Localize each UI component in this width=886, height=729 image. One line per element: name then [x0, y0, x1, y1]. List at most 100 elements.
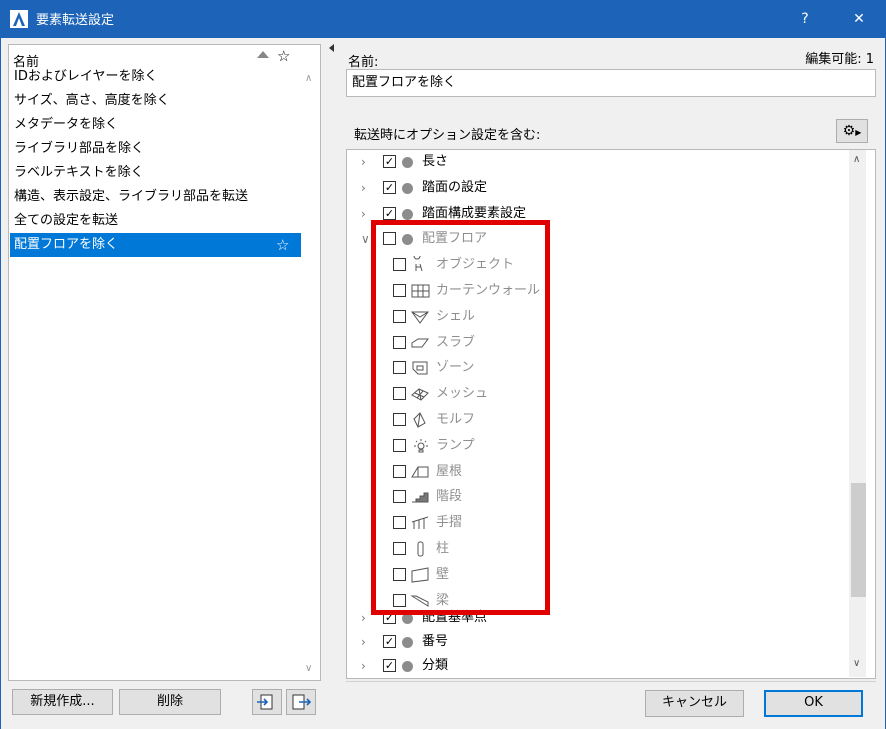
new-button[interactable]: 新規作成...	[12, 689, 113, 715]
list-item[interactable]: 配置フロアを除く ☆	[10, 233, 301, 257]
close-button[interactable]: ✕	[836, 0, 882, 38]
options-tree[interactable]: › ✓ 長さ › ✓ 踏面の設定 › ✓ 踏面構成要素設定 ∨ 配置フロア オブジェクト カーテンウォー…	[346, 149, 876, 679]
status-dot-icon	[402, 661, 413, 673]
tree-row-label: 番号	[422, 634, 449, 650]
checkbox[interactable]	[393, 542, 406, 555]
checkbox[interactable]	[393, 335, 406, 349]
chevron-down-icon[interactable]: ∨	[361, 227, 371, 251]
tree-child-row[interactable]: メッシュ	[347, 382, 847, 406]
zone-icon	[410, 359, 432, 377]
column-icon	[410, 540, 432, 558]
tree-child-label: スラブ	[436, 334, 476, 350]
list-item-label: ライブラリ部品を除く	[14, 141, 145, 156]
cancel-button[interactable]: キャンセル	[645, 690, 744, 717]
shell-icon	[410, 308, 432, 326]
checkbox[interactable]: ✓	[383, 206, 396, 220]
scroll-up-icon[interactable]: ∧	[305, 73, 312, 84]
tree-child-row[interactable]: オブジェクト	[347, 252, 847, 277]
list-item-label: サイズ、高さ、高度を除く	[14, 93, 170, 108]
tree-child-row[interactable]: カーテンウォール	[347, 279, 847, 303]
status-dot-icon	[402, 234, 413, 246]
tree-child-label: メッシュ	[436, 386, 489, 402]
checkbox[interactable]	[393, 309, 406, 323]
list-item[interactable]: メタデータを除く	[10, 113, 301, 137]
chevron-right-icon[interactable]: ›	[361, 606, 371, 630]
checkbox[interactable]	[393, 361, 406, 375]
window-title: 要素転送設定	[36, 13, 115, 28]
favorite-star-icon[interactable]: ☆	[277, 47, 290, 65]
scroll-up-icon[interactable]: ∧	[853, 154, 860, 165]
slab-icon	[410, 334, 432, 352]
list-item[interactable]: 全ての設定を転送	[10, 209, 301, 233]
sort-ascending-icon[interactable]	[257, 51, 269, 58]
stair-icon	[410, 488, 432, 506]
tree-row[interactable]: ∨ 配置フロア	[347, 227, 847, 251]
list-item[interactable]: ライブラリ部品を除く	[10, 137, 301, 161]
delete-button[interactable]: 削除	[119, 689, 221, 715]
checkbox[interactable]: ✓	[383, 155, 396, 168]
list-item[interactable]: サイズ、高さ、高度を除く	[10, 89, 301, 113]
tree-row[interactable]: › ✓ 踏面の設定	[347, 176, 847, 200]
checkbox[interactable]	[393, 516, 406, 530]
checkbox[interactable]	[393, 567, 406, 581]
scroll-down-icon[interactable]: ∨	[305, 663, 312, 674]
checkbox[interactable]	[393, 387, 406, 401]
tree-child-row[interactable]: ランプ	[347, 434, 847, 458]
import-button[interactable]	[252, 689, 282, 715]
help-button[interactable]: ?	[782, 0, 828, 38]
tree-child-row[interactable]: モルフ	[347, 408, 847, 432]
chevron-right-icon[interactable]: ›	[361, 630, 371, 654]
tree-child-row[interactable]: 壁	[347, 563, 847, 587]
checkbox[interactable]: ✓	[383, 180, 396, 194]
tree-child-row[interactable]: 屋根	[347, 460, 847, 484]
chevron-right-icon[interactable]: ›	[361, 176, 371, 200]
scroll-down-icon[interactable]: ∨	[853, 658, 860, 669]
checkbox[interactable]	[393, 413, 406, 426]
ok-button[interactable]: OK	[764, 690, 863, 717]
name-field[interactable]: 配置フロアを除く	[346, 69, 876, 97]
favorites-list[interactable]: 名前 ☆ ∧ ∨ IDおよびレイヤーを除く サイズ、高さ、高度を除く メタデータを除…	[8, 44, 321, 681]
checkbox[interactable]	[393, 284, 406, 297]
tree-child-label: ランプ	[436, 437, 475, 453]
tree-child-row[interactable]: 柱	[347, 537, 847, 561]
export-button[interactable]	[286, 689, 316, 715]
tree-row[interactable]: › ✓ 配置基準点	[347, 606, 847, 630]
settings-menu-button[interactable]: ⚙▶	[836, 119, 868, 143]
checkbox[interactable]: ✓	[383, 635, 396, 649]
tree-child-row[interactable]: 階段	[347, 485, 847, 509]
tree-row[interactable]: › ✓ 番号	[347, 630, 847, 654]
collapse-arrow-icon[interactable]	[329, 44, 334, 52]
list-item-label: メタデータを除く	[14, 117, 119, 132]
wall-icon	[410, 566, 432, 584]
tree-child-row[interactable]: ゾーン	[347, 356, 847, 380]
tree-row[interactable]: › ✓ 踏面構成要素設定	[347, 202, 847, 226]
checkbox[interactable]	[393, 464, 406, 478]
tree-child-row[interactable]: 手摺	[347, 511, 847, 535]
favorite-star-icon[interactable]: ☆	[276, 233, 289, 257]
checkbox[interactable]	[393, 490, 406, 504]
status-dot-icon	[402, 637, 413, 649]
chevron-right-icon[interactable]: ›	[361, 654, 371, 678]
tree-child-row[interactable]: シェル	[347, 305, 847, 329]
tree-row[interactable]: › ✓ 分類	[347, 654, 847, 678]
checkbox[interactable]	[393, 258, 406, 272]
panel-splitter[interactable]	[326, 38, 338, 729]
tree-scrollbar[interactable]: ∧ ∨	[849, 150, 866, 677]
tree-row[interactable]: › ✓ 長さ	[347, 150, 847, 174]
checkbox[interactable]: ✓	[383, 659, 396, 673]
tree-child-label: ゾーン	[436, 360, 475, 376]
tree-child-row[interactable]: スラブ	[347, 331, 847, 355]
scrollbar-thumb[interactable]	[851, 483, 866, 597]
mesh-icon	[410, 385, 432, 403]
chevron-right-icon[interactable]: ›	[361, 202, 371, 226]
chevron-right-icon[interactable]: ›	[361, 150, 371, 174]
checkbox[interactable]	[383, 232, 396, 246]
checkbox[interactable]: ✓	[383, 611, 396, 625]
checkbox[interactable]	[393, 438, 406, 452]
list-item[interactable]: ラベルテキストを除く	[10, 161, 301, 185]
list-item[interactable]: 構造、表示設定、ライブラリ部品を転送	[10, 185, 301, 209]
list-item[interactable]: IDおよびレイヤーを除く	[10, 65, 301, 89]
gear-icon: ⚙	[842, 123, 856, 139]
checkbox[interactable]	[393, 593, 406, 607]
options-label: 転送時にオプション設定を含む:	[354, 128, 541, 143]
